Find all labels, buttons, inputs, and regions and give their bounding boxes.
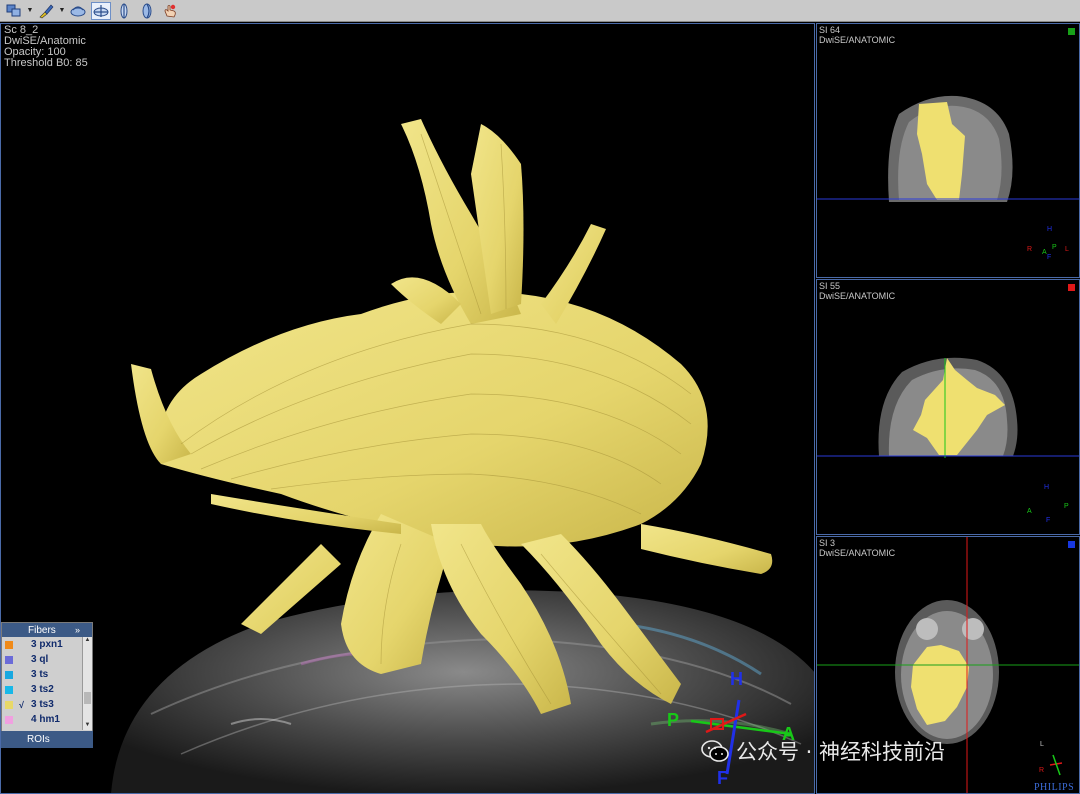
- tractography-render[interactable]: [1, 24, 815, 794]
- fiber-label: 3 ts: [31, 669, 49, 680]
- hand-pointer-button[interactable]: [160, 2, 180, 20]
- fiber-label: 4 hm1: [31, 714, 60, 725]
- slice-panel-1[interactable]: SI 64 DwiSE/ANATOMIC H R A P L F: [816, 23, 1080, 278]
- panel-1-r: R: [1027, 246, 1033, 253]
- panel-2-orientation: H A P F: [1024, 484, 1074, 524]
- axial-plane-icon: [120, 3, 128, 18]
- fiber-color-swatch: [5, 640, 13, 649]
- axis-label-h: H: [730, 669, 743, 689]
- fibers-expand-icon[interactable]: »: [75, 625, 80, 635]
- axis-label-p: P: [667, 710, 680, 730]
- sagittal-plane-icon: [93, 4, 109, 17]
- color-dropdown[interactable]: ▼: [59, 2, 66, 20]
- layout-dropdown[interactable]: ▼: [27, 2, 34, 20]
- toolbar: ▼ ▼: [0, 0, 1080, 22]
- axis-label-f: F: [717, 768, 728, 788]
- philips-logo: PHILIPS: [1034, 782, 1075, 793]
- fiber-view-icon: [70, 5, 86, 16]
- panel-1-a: A: [1042, 249, 1047, 256]
- panel-2-f: F: [1046, 517, 1051, 524]
- fibers-header-label: Fibers: [28, 624, 56, 636]
- watermark-text: 公众号 · 神经科技前沿: [736, 740, 946, 764]
- fiber-label: 3 ql: [31, 654, 49, 665]
- fiber-color-swatch: [5, 700, 13, 709]
- coronal-plane-icon: [142, 3, 152, 18]
- fibers-header[interactable]: Fibers »: [2, 623, 92, 637]
- scroll-up-icon[interactable]: ▲: [83, 637, 92, 645]
- panel-1-f: F: [1047, 254, 1052, 261]
- fiber-label: 3 ts3: [31, 699, 54, 710]
- panel-3-r: R: [1039, 767, 1045, 774]
- fiber-item-ts3[interactable]: √ 3 ts3: [2, 697, 92, 712]
- fiber-label: 3 ts2: [31, 684, 54, 695]
- color-brush-button[interactable]: [36, 2, 56, 20]
- panel-3-orientation: L R: [1039, 739, 1075, 774]
- layout-button[interactable]: [4, 2, 24, 20]
- color-brush-icon: [39, 4, 54, 18]
- fiber-item-hm1[interactable]: 4 hm1: [2, 712, 92, 727]
- fibers-panel: Fibers » 3 pxn1 3 ql 3 ts 3 ts2 √ 3 ts3: [1, 622, 93, 747]
- watermark: 公众号 · 神经科技前沿: [700, 736, 945, 766]
- panel-2-h: H: [1044, 484, 1050, 491]
- fiber-item-ts[interactable]: 3 ts: [2, 667, 92, 682]
- panel-3-l: L: [1040, 741, 1044, 748]
- fiber-color-swatch: [5, 715, 13, 724]
- fiber-item-ts2[interactable]: 3 ts2: [2, 682, 92, 697]
- panel-2-p: P: [1064, 503, 1069, 510]
- fiber-color-swatch: [5, 685, 13, 694]
- layout-icon: [6, 4, 21, 16]
- hand-pointer-icon: [164, 4, 176, 17]
- slice-panel-2[interactable]: SI 55 DwiSE/ANATOMIC H A P F: [816, 279, 1080, 535]
- rois-tab[interactable]: ROIs: [1, 731, 93, 748]
- fiber-color-swatch: [5, 670, 13, 679]
- fiber-checkbox-checked[interactable]: √: [19, 700, 27, 710]
- fiber-item-ql[interactable]: 3 ql: [2, 652, 92, 667]
- scroll-thumb[interactable]: [84, 692, 91, 704]
- threshold-value: Threshold B0: 85: [4, 57, 88, 69]
- fiber-list-scrollbar[interactable]: ▲ ▼: [82, 637, 92, 730]
- fiber-list: 3 pxn1 3 ql 3 ts 3 ts2 √ 3 ts3 4 hm1: [2, 637, 92, 727]
- main-3d-view[interactable]: Sc 8_2 DwiSE/Anatomic Opacity: 100 Thres…: [0, 23, 815, 794]
- scroll-down-icon[interactable]: ▼: [83, 722, 92, 730]
- scan-info: Sc 8_2 DwiSE/Anatomic Opacity: 100 Thres…: [4, 25, 88, 69]
- wechat-icon: [701, 740, 729, 762]
- sagittal-plane-button[interactable]: [91, 1, 111, 20]
- axial-plane-button[interactable]: [114, 2, 134, 20]
- coronal-plane-button[interactable]: [137, 2, 157, 20]
- fiber-item-pxn1[interactable]: 3 pxn1: [2, 637, 92, 652]
- fiber-color-swatch: [5, 655, 13, 664]
- panel-1-p: P: [1052, 244, 1057, 251]
- fiber-label: 3 pxn1: [31, 639, 63, 650]
- panel-1-l: L: [1065, 246, 1069, 253]
- panel-1-h: H: [1047, 226, 1053, 233]
- panel-1-orientation: H R A P L F: [1024, 226, 1074, 262]
- fiber-view-button[interactable]: [68, 2, 88, 20]
- panel-2-a: A: [1027, 508, 1032, 515]
